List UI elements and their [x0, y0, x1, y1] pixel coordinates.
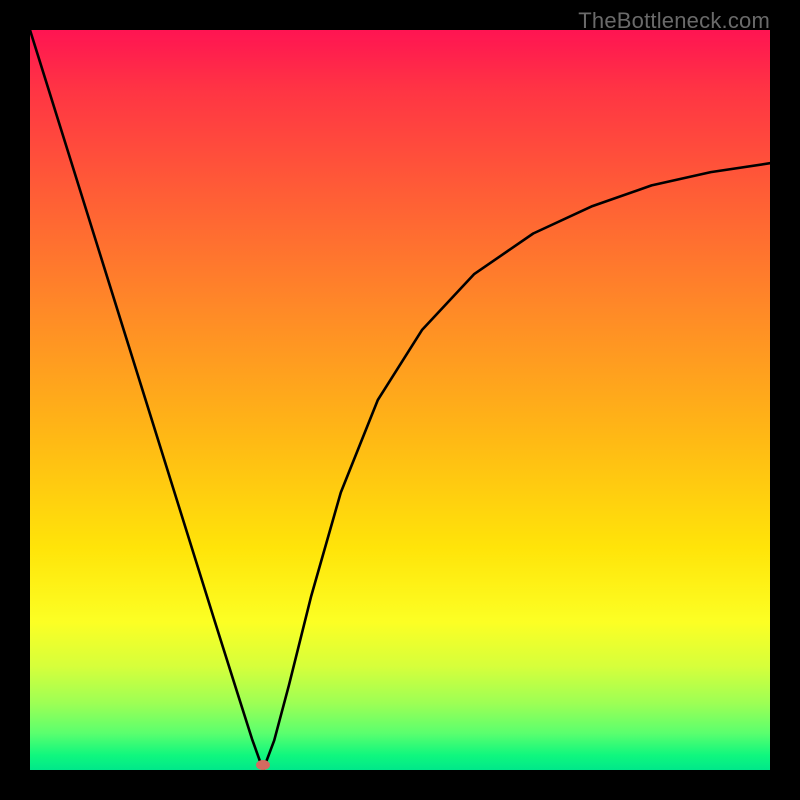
optimal-marker	[256, 760, 270, 770]
bottleneck-curve	[30, 30, 770, 770]
chart-frame: TheBottleneck.com	[0, 0, 800, 800]
plot-area	[30, 30, 770, 770]
